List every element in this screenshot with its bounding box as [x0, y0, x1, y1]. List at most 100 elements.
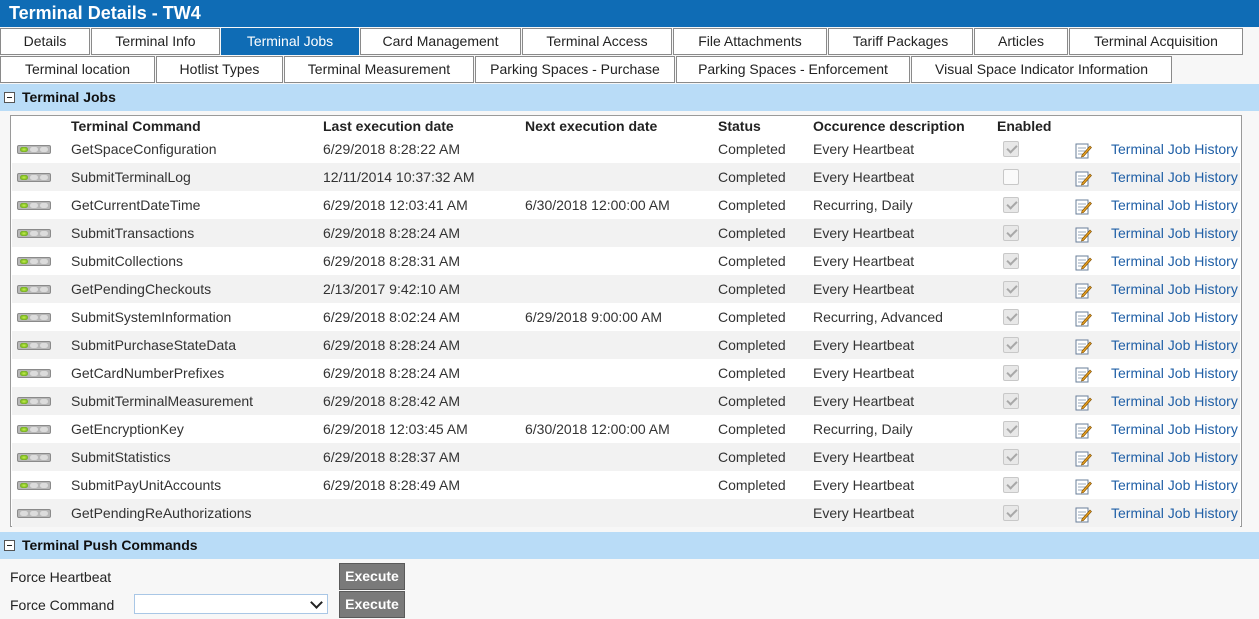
- table-row: GetCurrentDateTime 6/29/2018 12:03:41 AM 6…: [12, 191, 1240, 219]
- enabled-checkbox[interactable]: [1003, 197, 1019, 213]
- enabled-checkbox[interactable]: [1003, 477, 1019, 493]
- table-row: GetSpaceConfiguration 6/29/2018 8:28:22 A…: [12, 135, 1240, 163]
- edit-icon[interactable]: [1075, 280, 1092, 299]
- terminal-job-history-link[interactable]: Terminal Job History: [1111, 275, 1238, 303]
- tab-terminal-acquisition[interactable]: Terminal Acquisition: [1069, 28, 1243, 55]
- edit-icon[interactable]: [1075, 168, 1092, 187]
- edit-icon[interactable]: [1075, 364, 1092, 383]
- tab-details[interactable]: Details: [0, 28, 90, 55]
- tab-hotlist-types[interactable]: Hotlist Types: [156, 56, 283, 83]
- edit-icon[interactable]: [1075, 196, 1092, 215]
- cell-command: SubmitStatistics: [71, 449, 171, 465]
- status-led-icon: [17, 453, 51, 462]
- terminal-job-history-link[interactable]: Terminal Job History: [1111, 471, 1238, 499]
- cell-occurrence: Every Heartbeat: [813, 141, 915, 157]
- cell-last-execution: 6/29/2018 8:28:24 AM: [323, 365, 460, 381]
- edit-icon[interactable]: [1075, 476, 1092, 495]
- cell-status: Completed: [718, 253, 786, 269]
- cell-last-execution: 2/13/2017 9:42:10 AM: [323, 281, 460, 297]
- status-led-icon: [17, 145, 51, 154]
- terminal-job-history-link[interactable]: Terminal Job History: [1111, 219, 1238, 247]
- status-led-icon: [17, 369, 51, 378]
- edit-icon[interactable]: [1075, 224, 1092, 243]
- force-heartbeat-execute-button[interactable]: Execute: [339, 563, 405, 590]
- tab-terminal-jobs[interactable]: Terminal Jobs: [221, 28, 359, 55]
- terminal-jobs-section-header[interactable]: Terminal Jobs: [0, 84, 1259, 111]
- terminal-job-history-link[interactable]: Terminal Job History: [1111, 163, 1238, 191]
- terminal-job-history-link[interactable]: Terminal Job History: [1111, 387, 1238, 415]
- cell-occurrence: Every Heartbeat: [813, 225, 915, 241]
- enabled-checkbox[interactable]: [1003, 505, 1019, 521]
- cell-command: SubmitSystemInformation: [71, 309, 232, 325]
- table-row: SubmitPayUnitAccounts 6/29/2018 8:28:49 A…: [12, 471, 1240, 499]
- col-next-execution[interactable]: Next execution date: [525, 118, 657, 134]
- edit-icon[interactable]: [1075, 420, 1092, 439]
- cell-status: Completed: [718, 281, 786, 297]
- edit-icon[interactable]: [1075, 336, 1092, 355]
- cell-command: SubmitCollections: [71, 253, 184, 269]
- force-command-execute-button[interactable]: Execute: [339, 591, 405, 618]
- enabled-checkbox[interactable]: [1003, 365, 1019, 381]
- terminal-job-history-link[interactable]: Terminal Job History: [1111, 247, 1238, 275]
- cell-command: GetCurrentDateTime: [71, 197, 201, 213]
- tab-card-management[interactable]: Card Management: [360, 28, 521, 55]
- cell-command: SubmitPurchaseStateData: [71, 337, 236, 353]
- tab-terminal-measurement[interactable]: Terminal Measurement: [284, 56, 474, 83]
- enabled-checkbox[interactable]: [1003, 169, 1019, 185]
- cell-last-execution: 6/29/2018 8:02:24 AM: [323, 309, 460, 325]
- terminal-job-history-link[interactable]: Terminal Job History: [1111, 443, 1238, 471]
- enabled-checkbox[interactable]: [1003, 253, 1019, 269]
- terminal-job-history-link[interactable]: Terminal Job History: [1111, 135, 1238, 163]
- col-last-execution[interactable]: Last execution date: [323, 118, 454, 134]
- col-occurrence[interactable]: Occurence description: [813, 118, 965, 134]
- enabled-checkbox[interactable]: [1003, 337, 1019, 353]
- enabled-checkbox[interactable]: [1003, 281, 1019, 297]
- edit-icon[interactable]: [1075, 308, 1092, 327]
- cell-status: Completed: [718, 197, 786, 213]
- chevron-down-icon: [310, 596, 323, 609]
- col-status[interactable]: Status: [718, 118, 761, 134]
- enabled-checkbox[interactable]: [1003, 449, 1019, 465]
- status-led-icon: [17, 229, 51, 238]
- status-led-icon: [17, 201, 51, 210]
- cell-status: Completed: [718, 365, 786, 381]
- edit-icon[interactable]: [1075, 140, 1092, 159]
- cell-next-execution: 6/30/2018 12:00:00 AM: [525, 421, 670, 437]
- cell-command: GetSpaceConfiguration: [71, 141, 217, 157]
- enabled-checkbox[interactable]: [1003, 141, 1019, 157]
- tab-tariff-packages[interactable]: Tariff Packages: [828, 28, 973, 55]
- edit-icon[interactable]: [1075, 392, 1092, 411]
- col-enabled[interactable]: Enabled: [997, 118, 1051, 134]
- enabled-checkbox[interactable]: [1003, 421, 1019, 437]
- terminal-job-history-link[interactable]: Terminal Job History: [1111, 331, 1238, 359]
- enabled-checkbox[interactable]: [1003, 309, 1019, 325]
- collapse-icon[interactable]: [4, 540, 15, 551]
- tab-row-2: Terminal location Hotlist Types Terminal M…: [0, 56, 1173, 84]
- cell-occurrence: Every Heartbeat: [813, 477, 915, 493]
- tab-terminal-access[interactable]: Terminal Access: [522, 28, 672, 55]
- force-command-select[interactable]: [134, 594, 328, 614]
- cell-status: Completed: [718, 337, 786, 353]
- terminal-job-history-link[interactable]: Terminal Job History: [1111, 303, 1238, 331]
- enabled-checkbox[interactable]: [1003, 393, 1019, 409]
- collapse-icon[interactable]: [4, 92, 15, 103]
- push-commands-section-header[interactable]: Terminal Push Commands: [0, 532, 1259, 559]
- tab-terminal-location[interactable]: Terminal location: [0, 56, 155, 83]
- edit-icon[interactable]: [1075, 252, 1092, 271]
- enabled-checkbox[interactable]: [1003, 225, 1019, 241]
- tab-articles[interactable]: Articles: [974, 28, 1068, 55]
- col-terminal-command[interactable]: Terminal Command: [71, 118, 201, 134]
- tab-visual-space-indicator-information[interactable]: Visual Space Indicator Information: [911, 56, 1172, 83]
- terminal-job-history-link[interactable]: Terminal Job History: [1111, 499, 1238, 527]
- edit-icon[interactable]: [1075, 504, 1092, 523]
- terminal-job-history-link[interactable]: Terminal Job History: [1111, 191, 1238, 219]
- terminal-job-history-link[interactable]: Terminal Job History: [1111, 415, 1238, 443]
- status-led-icon: [17, 313, 51, 322]
- tab-parking-spaces-purchase[interactable]: Parking Spaces - Purchase: [475, 56, 675, 83]
- tab-parking-spaces-enforcement[interactable]: Parking Spaces - Enforcement: [676, 56, 910, 83]
- terminal-job-history-link[interactable]: Terminal Job History: [1111, 359, 1238, 387]
- tab-file-attachments[interactable]: File Attachments: [673, 28, 827, 55]
- tab-terminal-info[interactable]: Terminal Info: [91, 28, 220, 55]
- edit-icon[interactable]: [1075, 448, 1092, 467]
- push-commands-section-title: Terminal Push Commands: [22, 537, 198, 553]
